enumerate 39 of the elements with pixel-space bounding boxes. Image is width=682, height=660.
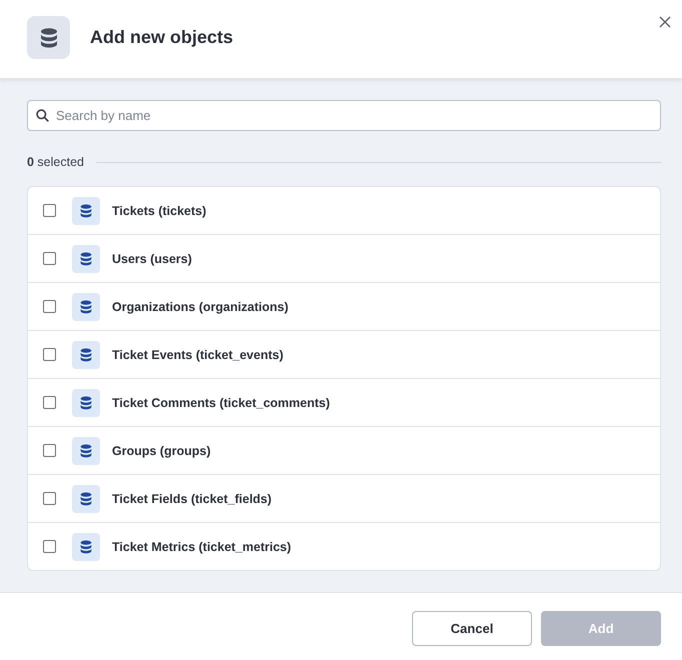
object-row[interactable]: Ticket Fields (ticket_fields) bbox=[28, 474, 660, 522]
object-row[interactable]: Ticket Events (ticket_events) bbox=[28, 330, 660, 378]
database-icon bbox=[72, 244, 100, 273]
database-icon bbox=[27, 16, 70, 60]
checkbox[interactable] bbox=[43, 540, 56, 554]
checkbox[interactable] bbox=[43, 300, 56, 314]
checkbox[interactable] bbox=[43, 396, 56, 410]
database-icon bbox=[72, 340, 100, 369]
database-icon bbox=[72, 292, 100, 321]
checkbox[interactable] bbox=[43, 492, 56, 506]
object-row[interactable]: Ticket Comments (ticket_comments) bbox=[28, 378, 660, 426]
object-label: Ticket Fields (ticket_fields) bbox=[112, 492, 272, 506]
database-icon bbox=[72, 484, 100, 513]
object-label: Users (users) bbox=[112, 252, 192, 266]
cancel-button[interactable]: Cancel bbox=[412, 610, 532, 646]
object-label: Organizations (organizations) bbox=[112, 300, 288, 314]
database-icon bbox=[72, 196, 100, 225]
object-row[interactable]: Ticket Metrics (ticket_metrics) bbox=[28, 522, 660, 570]
database-icon bbox=[72, 388, 100, 417]
object-label: Ticket Metrics (ticket_metrics) bbox=[112, 540, 292, 554]
checkbox[interactable] bbox=[43, 204, 56, 218]
object-row[interactable]: Tickets (tickets) bbox=[28, 187, 660, 234]
close-icon[interactable] bbox=[658, 15, 672, 29]
object-row[interactable]: Organizations (organizations) bbox=[28, 282, 660, 330]
selected-count: 0 selected bbox=[27, 155, 84, 170]
search-icon bbox=[36, 109, 49, 122]
database-icon bbox=[72, 532, 100, 561]
checkbox[interactable] bbox=[43, 348, 56, 362]
object-label: Tickets (tickets) bbox=[112, 204, 206, 218]
object-label: Ticket Events (ticket_events) bbox=[112, 348, 284, 362]
database-icon bbox=[72, 436, 100, 465]
dialog-title: Add new objects bbox=[90, 27, 234, 48]
checkbox[interactable] bbox=[43, 252, 56, 266]
search-field[interactable]: Search by name bbox=[27, 100, 661, 132]
object-label: Ticket Comments (ticket_comments) bbox=[112, 396, 330, 410]
checkbox[interactable] bbox=[43, 444, 56, 458]
object-label: Groups (groups) bbox=[112, 444, 211, 458]
object-row[interactable]: Groups (groups) bbox=[28, 426, 660, 474]
object-row[interactable]: Users (users) bbox=[28, 234, 660, 282]
